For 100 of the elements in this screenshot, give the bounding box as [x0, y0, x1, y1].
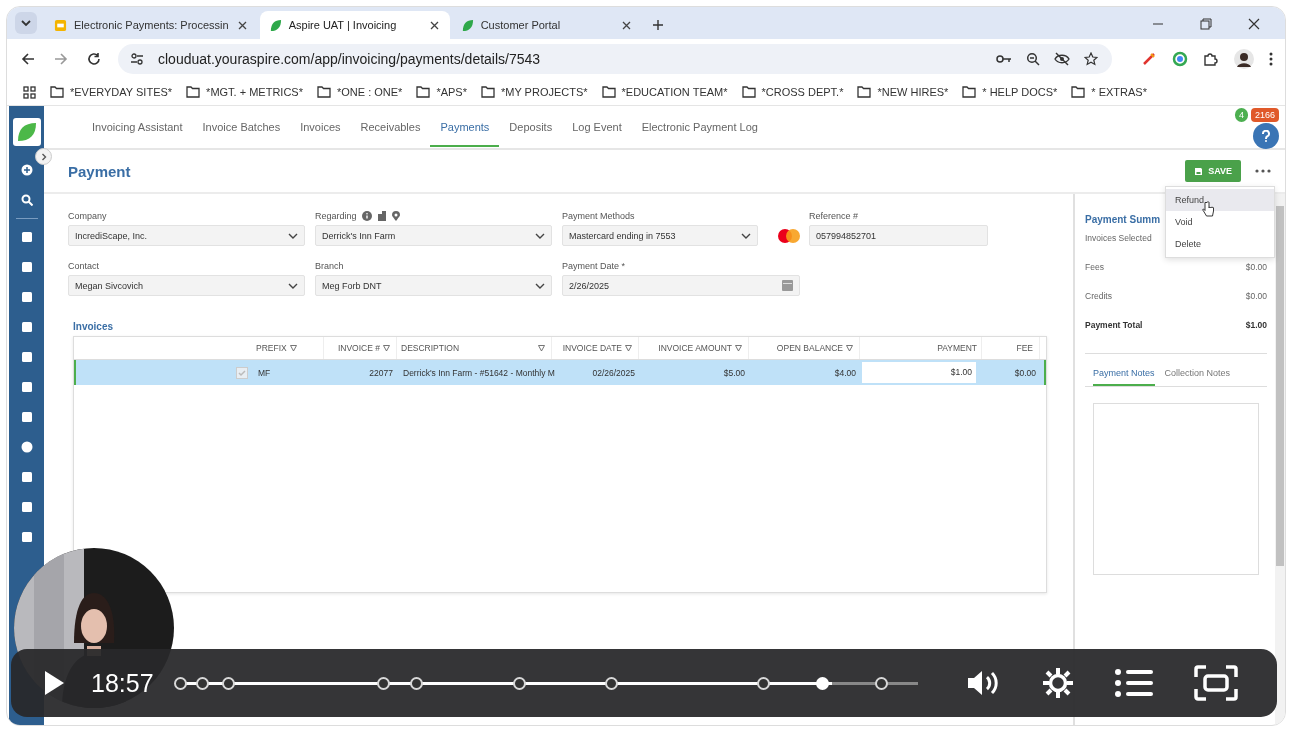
search-icon[interactable]: [20, 194, 33, 206]
browser-tab[interactable]: Electronic Payments: Processin: [45, 11, 258, 39]
column-header[interactable]: INVOICE AMOUNT: [639, 337, 749, 359]
nav-tab[interactable]: Log Event: [562, 107, 632, 147]
column-header[interactable]: PREFIX: [252, 337, 324, 359]
nav-tab[interactable]: Invoicing Assistant: [82, 107, 193, 147]
bookmark-folder[interactable]: * EXTRAS*: [1071, 86, 1147, 98]
nav-tab[interactable]: Electronic Payment Log: [631, 107, 768, 147]
menu-item[interactable]: Void: [1166, 211, 1274, 233]
checkbox[interactable]: [236, 366, 248, 379]
bookmark-folder[interactable]: *MY PROJECTS*: [480, 86, 588, 98]
leaf-icon: [268, 18, 282, 32]
progress-thumb[interactable]: [815, 676, 829, 690]
menu-item[interactable]: Delete: [1166, 233, 1274, 255]
date-field[interactable]: 2/26/2025: [562, 275, 800, 296]
folder-icon: [480, 86, 495, 98]
reload-icon[interactable]: [85, 50, 103, 68]
star-icon[interactable]: [1084, 52, 1098, 66]
folder-icon: [186, 86, 201, 98]
filter-icon[interactable]: [289, 344, 297, 352]
dropdown-field[interactable]: Mastercard ending in 7553: [562, 225, 758, 246]
column-header[interactable]: DESCRIPTION: [397, 337, 552, 359]
payment-input[interactable]: $1.00: [862, 362, 976, 383]
help-icon[interactable]: [1253, 123, 1279, 149]
column-header[interactable]: INVOICE DATE: [552, 337, 639, 359]
restore-icon[interactable]: [1200, 18, 1212, 30]
notes-field[interactable]: [1093, 403, 1259, 575]
plus-icon[interactable]: [20, 164, 33, 176]
profile-avatar-icon[interactable]: [1234, 49, 1254, 69]
summary-label: Invoices Selected: [1085, 233, 1152, 245]
input-field[interactable]: 057994852701: [809, 225, 988, 246]
nav-tab[interactable]: Receivables: [350, 107, 431, 147]
tab-list-icon[interactable]: [15, 12, 37, 34]
chapter-marker[interactable]: [195, 676, 209, 690]
bookmark-folder[interactable]: *NEW HIRES*: [857, 86, 949, 98]
chapter-marker[interactable]: [756, 676, 770, 690]
dropdown-field[interactable]: Derrick's Inn Farm: [315, 225, 552, 246]
eye-off-icon[interactable]: [1054, 52, 1070, 66]
dropdown-field[interactable]: Meg Forb DNT: [315, 275, 552, 296]
browser-tab[interactable]: Aspire UAT | Invoicing: [259, 11, 450, 39]
column-header[interactable]: FEE: [982, 337, 1040, 359]
chapters-list-icon[interactable]: [1113, 668, 1154, 698]
address-bar[interactable]: clouduat.youraspire.com/app/invoicing/payments/details/7543: [118, 44, 1112, 74]
expand-icon[interactable]: [35, 148, 52, 165]
nav-tab[interactable]: Invoice Batches: [192, 107, 291, 147]
nav-tab[interactable]: Deposits: [499, 107, 563, 147]
nav-tab[interactable]: Payments: [430, 107, 500, 147]
chapter-marker[interactable]: [409, 676, 423, 690]
key-icon[interactable]: [996, 52, 1012, 66]
browser-tab[interactable]: Customer Portal: [451, 11, 642, 39]
column-header[interactable]: INVOICE #: [324, 337, 397, 359]
leaf-logo-icon[interactable]: [12, 118, 41, 146]
extension-icon[interactable]: [1172, 51, 1188, 67]
table-row[interactable]: MF 22077 Derrick's Inn Farm - #51642 - Monthly M 02/26/2025 $5.00 $4.00 $1.00 $0.00: [74, 360, 1046, 385]
field-label: Regarding: [315, 211, 357, 221]
filter-icon[interactable]: [625, 344, 632, 352]
column-header[interactable]: PAYMENT: [860, 337, 982, 359]
table-cell-text: MF: [257, 367, 272, 378]
chapter-marker[interactable]: [221, 676, 235, 690]
chapter-marker[interactable]: [874, 676, 888, 690]
bookmark-folder[interactable]: *ONE : ONE*: [317, 86, 403, 98]
puzzle-icon[interactable]: [1203, 51, 1219, 67]
more-icon[interactable]: [1269, 52, 1273, 66]
chapter-marker[interactable]: [173, 676, 187, 690]
fullscreen-icon[interactable]: [1193, 665, 1238, 701]
extension-icon[interactable]: [1141, 51, 1157, 67]
folder-icon: [962, 86, 977, 98]
column-header[interactable]: OPEN BALANCE: [749, 337, 860, 359]
dropdown-field[interactable]: IncrediScape, Inc.: [68, 225, 305, 246]
settings-icon[interactable]: [1041, 667, 1074, 699]
bookmark-folder[interactable]: *MGT. + METRICS*: [186, 86, 303, 98]
bookmark-folder[interactable]: * HELP DOCS*: [962, 86, 1058, 98]
location-pin-icon[interactable]: [391, 211, 400, 221]
chapter-marker[interactable]: [605, 676, 619, 690]
new-tab-icon[interactable]: [651, 19, 664, 31]
info-icon[interactable]: [361, 211, 372, 221]
notes-tab[interactable]: Collection Notes: [1164, 366, 1231, 386]
filter-icon[interactable]: [538, 344, 545, 352]
filter-icon[interactable]: [846, 344, 853, 352]
summary-label: Credits: [1085, 291, 1112, 303]
bookmark-folder[interactable]: *EDUCATION TEAM*: [601, 86, 728, 98]
bookmark-folder[interactable]: *APS*: [416, 86, 467, 98]
site-settings-icon[interactable]: [130, 52, 144, 66]
chapter-marker[interactable]: [376, 676, 390, 690]
menu-item[interactable]: Refund: [1166, 189, 1274, 211]
bookmark-folder[interactable]: *EVERYDAY SITES*: [50, 86, 173, 98]
dropdown-field[interactable]: Megan Sivcovich: [68, 275, 305, 296]
nav-tab[interactable]: Invoices: [290, 107, 351, 147]
scrollbar[interactable]: [1275, 194, 1285, 725]
zoom-icon[interactable]: [1026, 52, 1040, 66]
chapter-marker[interactable]: [513, 676, 527, 690]
filter-icon[interactable]: [383, 344, 390, 352]
building-icon[interactable]: [376, 211, 387, 221]
table-cell-text: Derrick's Inn Farm - #51642 - Monthly M: [402, 367, 554, 378]
bookmark-folder[interactable]: *CROSS DEPT.*: [741, 86, 844, 98]
field-label: Payment Date *: [562, 261, 626, 271]
close-icon[interactable]: [1248, 18, 1260, 30]
apps-icon[interactable]: [23, 85, 36, 99]
filter-icon[interactable]: [735, 344, 742, 352]
notes-tab[interactable]: Payment Notes: [1093, 366, 1155, 386]
